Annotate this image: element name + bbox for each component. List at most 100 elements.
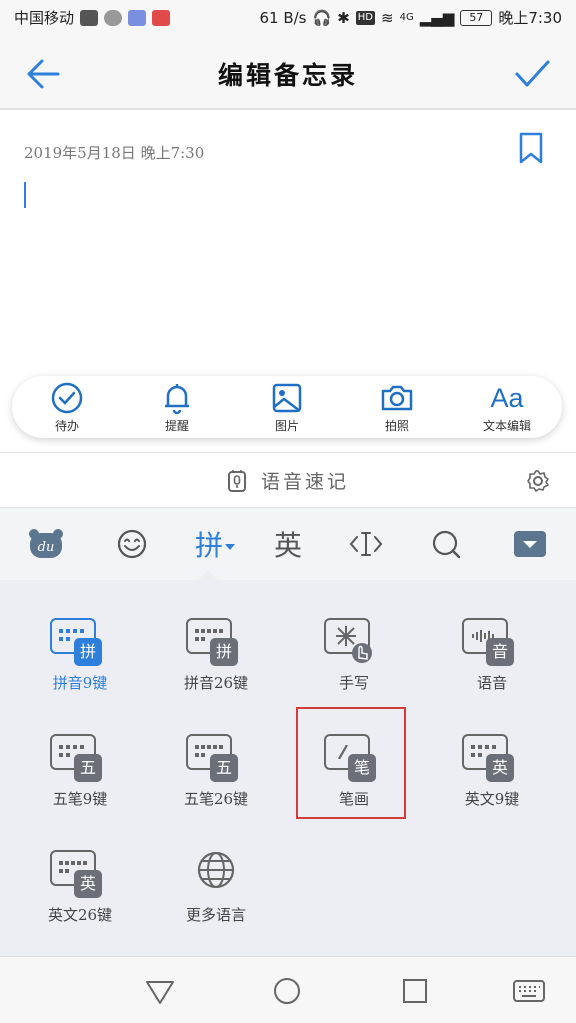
keypad-icon: 英 <box>50 846 110 900</box>
baidu-ime-logo-icon: du <box>29 529 63 558</box>
hide-keyboard-button[interactable] <box>510 524 550 564</box>
layout-voice[interactable]: 音 语音 <box>436 614 548 693</box>
layout-name: 拼音26键 <box>183 674 249 692</box>
image-label: 图片 <box>274 418 299 433</box>
layout-name: 更多语言 <box>185 906 246 924</box>
hd-icon: HD <box>355 10 375 25</box>
network-speed: 61 B/s <box>259 8 307 27</box>
keypad-icon: 英 <box>462 730 522 784</box>
svg-text:du: du <box>38 540 55 555</box>
news-notification-icon <box>152 9 171 26</box>
bookmark-icon[interactable] <box>518 132 544 164</box>
image-icon <box>272 383 302 412</box>
bell-icon <box>165 383 189 414</box>
nav-home-icon[interactable] <box>271 975 303 1007</box>
layout-name: 语音 <box>476 674 507 692</box>
weather-icon <box>104 9 123 26</box>
camera-label: 拍照 <box>384 418 409 433</box>
layout-pinyin-9[interactable]: 拼 拼音9键 <box>24 614 136 693</box>
voice-input-icon: 音 <box>462 614 522 668</box>
todo-check-icon <box>51 382 83 413</box>
layout-name: 五笔9键 <box>52 790 108 808</box>
page-title: 编辑备忘录 <box>217 61 358 90</box>
settings-gear-icon[interactable] <box>526 469 550 493</box>
collapse-keyboard-icon <box>514 531 546 557</box>
globe-icon <box>186 846 246 900</box>
layout-handwriting[interactable]: 手写 <box>298 614 410 693</box>
battery-icon: 57 <box>460 9 493 26</box>
nav-keyboard-icon[interactable] <box>512 975 546 1007</box>
layout-name: 拼音9键 <box>52 674 108 692</box>
search-button[interactable] <box>426 524 466 564</box>
layout-badge: 音 <box>486 638 514 666</box>
panel-pointer <box>198 570 218 580</box>
cursor-move-button[interactable] <box>346 524 386 564</box>
camera-button[interactable]: 拍照 <box>347 381 447 434</box>
text-format-icon: Aa <box>490 382 524 413</box>
image-button[interactable]: 图片 <box>237 381 337 434</box>
layout-badge: 五 <box>210 754 238 782</box>
text-cursor-icon <box>349 532 383 556</box>
activity-icon <box>80 9 99 26</box>
signal-icon: ▂▄▆ <box>419 8 455 27</box>
selection-highlight-box <box>296 707 406 819</box>
app-notification-icon <box>128 9 147 26</box>
confirm-check-icon[interactable] <box>512 54 552 94</box>
layout-english-26[interactable]: 英 英文26键 <box>24 846 136 925</box>
pinyin-tab[interactable]: 拼 <box>190 524 240 564</box>
layout-more-languages[interactable]: 更多语言 <box>160 846 272 925</box>
network-type: 4G <box>399 12 414 23</box>
clock: 晚上7:30 <box>498 9 562 27</box>
status-bar: 中国移动 61 B/s 🎧 ✱ HD ≋ 4G ▂▄▆ 57 晚上7:30 <box>0 0 576 34</box>
layout-name: 英文26键 <box>47 906 113 924</box>
layout-badge: 拼 <box>210 638 238 666</box>
english-tab-label: 英 <box>273 529 302 562</box>
voice-note-bar: 语音速记 <box>0 452 576 508</box>
search-icon <box>432 530 461 559</box>
layout-pinyin-26[interactable]: 拼 拼音26键 <box>160 614 272 693</box>
text-edit-button[interactable]: Aa 文本编辑 <box>457 381 557 434</box>
voice-note-label: 语音速记 <box>260 471 349 493</box>
layout-english-9[interactable]: 英 英文9键 <box>436 730 548 809</box>
layout-name: 五笔26键 <box>183 790 249 808</box>
dropdown-triangle-icon <box>225 544 235 550</box>
keyboard-toolbar: du 拼 英 <box>0 508 576 580</box>
todo-label: 待办 <box>54 418 79 433</box>
layout-badge: 英 <box>486 754 514 782</box>
layout-badge: 拼 <box>74 638 102 666</box>
layout-wubi-9[interactable]: 五 五笔9键 <box>24 730 136 809</box>
layout-name: 英文9键 <box>464 790 520 808</box>
todo-button[interactable]: 待办 <box>17 381 117 434</box>
bluetooth-icon: ✱ <box>337 8 350 27</box>
carrier-label: 中国移动 <box>14 9 75 27</box>
nav-recents-icon[interactable] <box>399 975 431 1007</box>
keypad-icon: 拼 <box>50 614 110 668</box>
layout-wubi-26[interactable]: 五 五笔26键 <box>160 730 272 809</box>
keypad-icon: 五 <box>50 730 110 784</box>
note-toolbar: 待办 提醒 图片 拍照 Aa 文本编辑 <box>12 376 562 438</box>
wifi-icon: ≋ <box>381 8 394 27</box>
system-nav-bar <box>0 956 576 1023</box>
layout-name: 手写 <box>338 674 369 692</box>
reminder-label: 提醒 <box>164 418 189 433</box>
title-bar: 编辑备忘录 <box>0 34 576 110</box>
smiley-icon <box>117 529 147 559</box>
handwriting-icon <box>324 614 384 668</box>
text-edit-label: 文本编辑 <box>482 418 531 433</box>
keypad-icon: 拼 <box>186 614 246 668</box>
keypad-icon: 五 <box>186 730 246 784</box>
text-cursor <box>24 182 26 208</box>
emoji-button[interactable] <box>112 524 152 564</box>
english-tab[interactable]: 英 <box>268 524 308 564</box>
note-date: 2019年5月18日 晚上7:30 <box>24 144 205 162</box>
layout-badge: 五 <box>74 754 102 782</box>
nav-back-icon[interactable] <box>144 975 176 1007</box>
camera-icon <box>381 385 413 410</box>
ime-logo-button[interactable]: du <box>26 524 66 564</box>
headphone-icon: 🎧 <box>312 8 332 27</box>
layout-badge: 英 <box>74 870 102 898</box>
pinyin-tab-label: 拼 <box>194 529 223 562</box>
voice-note-button[interactable]: 语音速记 <box>0 467 576 494</box>
reminder-button[interactable]: 提醒 <box>127 381 227 434</box>
voice-memo-icon <box>227 469 246 492</box>
